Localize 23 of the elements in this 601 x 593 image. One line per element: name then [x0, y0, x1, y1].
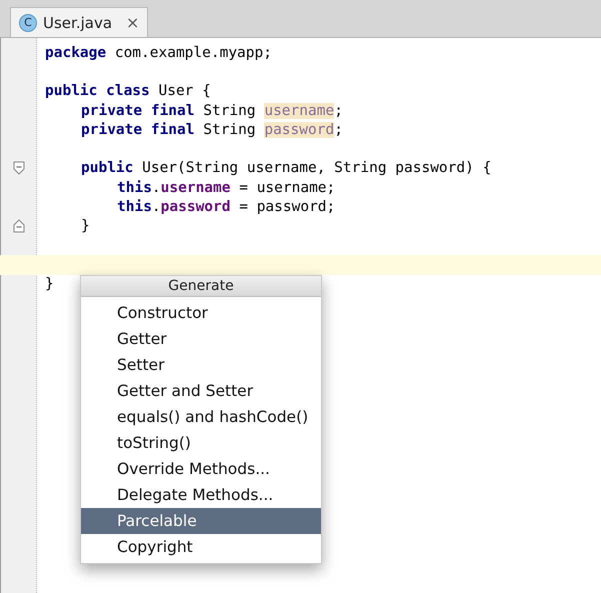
menu-item[interactable]: equals() and hashCode(): [81, 404, 321, 430]
code-line: this.username = username;: [116, 180, 336, 196]
menu-item[interactable]: Parcelable: [81, 508, 321, 534]
code-line: }: [80, 218, 90, 234]
menu-item[interactable]: toString(): [81, 430, 321, 456]
code-line: private final String username;: [80, 102, 343, 119]
code-line: public User(String username, String password) {: [80, 160, 492, 176]
menu-item[interactable]: Copyright: [81, 534, 321, 560]
code-line: }: [44, 276, 54, 292]
editor-tab[interactable]: C User.java ×: [10, 7, 148, 37]
menu-title: Generate: [81, 276, 321, 297]
menu-item[interactable]: Constructor: [81, 300, 321, 326]
menu-item[interactable]: Override Methods...: [81, 456, 321, 482]
code-line: this.password = password;: [116, 199, 336, 216]
code-line: public class User {: [44, 83, 211, 100]
close-icon[interactable]: ×: [126, 13, 140, 32]
code-line: private final String password;: [80, 122, 343, 138]
class-icon: C: [19, 14, 37, 32]
code-line: package com.example.myapp;: [44, 44, 272, 61]
menu-item[interactable]: Delegate Methods...: [81, 482, 321, 508]
menu-item[interactable]: Getter and Setter: [81, 378, 321, 404]
menu-item[interactable]: Setter: [81, 352, 321, 378]
menu-item[interactable]: Getter: [81, 326, 321, 352]
